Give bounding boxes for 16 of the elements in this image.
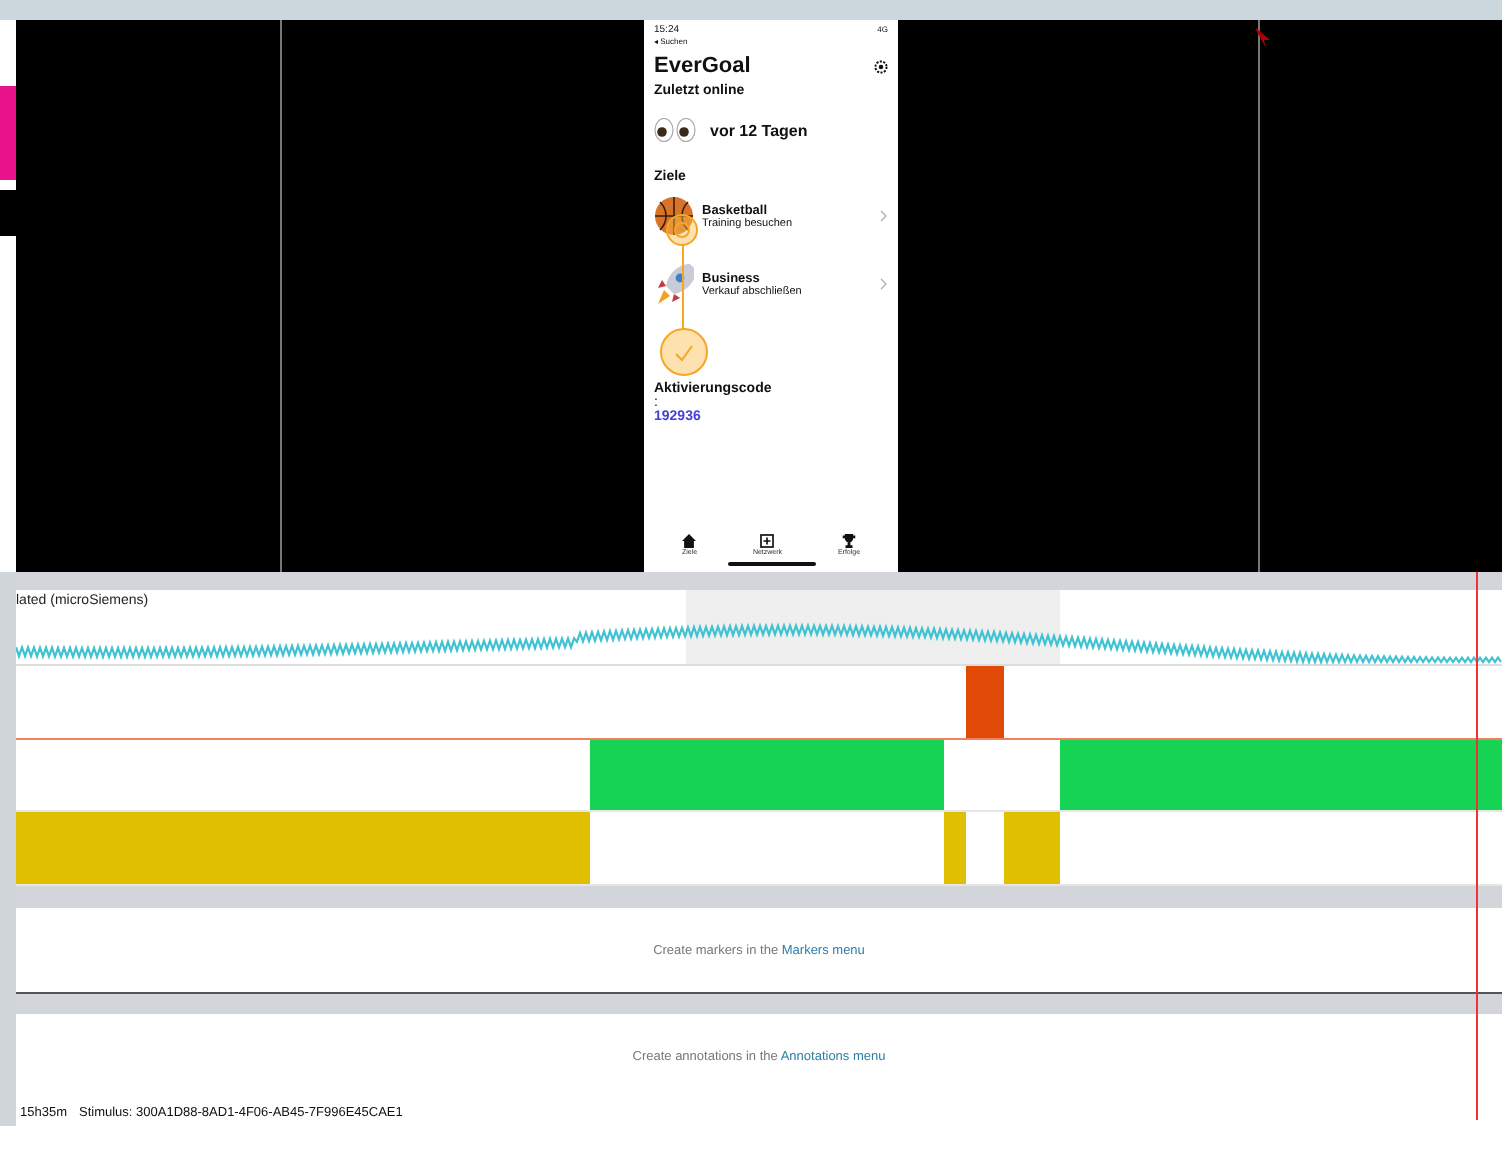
basketball-icon [654,196,694,236]
app-title: EverGoal [654,54,751,78]
add-icon [760,534,775,548]
home-indicator [727,562,815,566]
leader-line [680,246,686,330]
settings-icon[interactable] [874,59,888,73]
tap-marker-icon [666,214,698,246]
last-online-text: vor 12 Tagen [710,121,808,139]
chevron-icon [880,210,888,222]
rocket-icon [654,262,694,306]
tap-marker-icon [660,328,708,376]
chevron-icon [880,278,888,290]
home-icon [682,534,697,548]
eyes-icon [654,118,698,142]
trophy-icon [842,534,856,548]
cursor-icon [1256,28,1270,48]
